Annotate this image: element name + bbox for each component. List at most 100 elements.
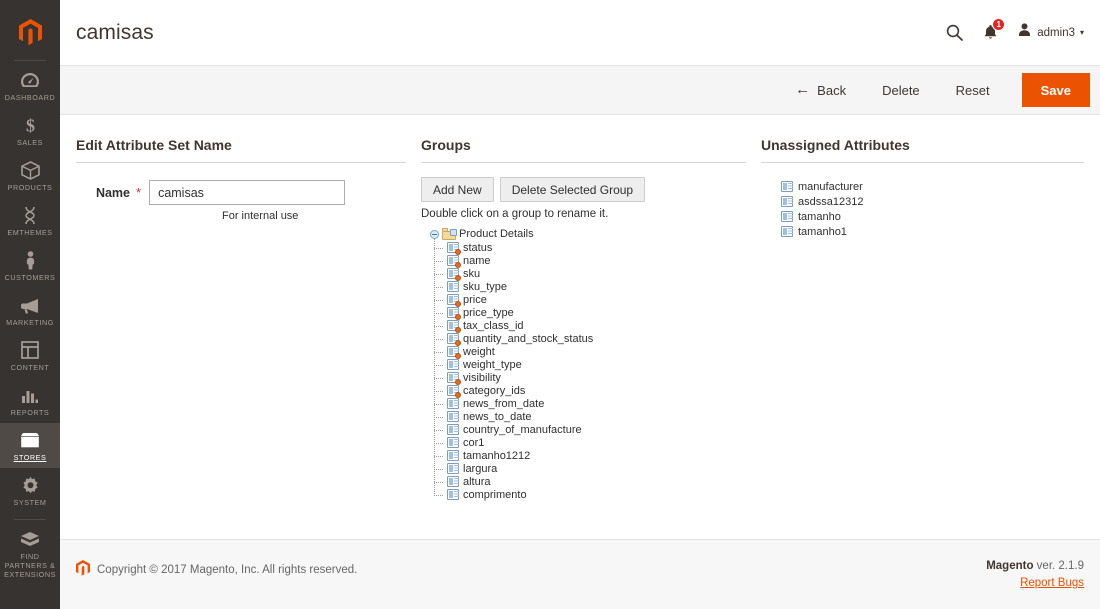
sidebar-item-products[interactable]: PRODUCTS	[0, 153, 60, 198]
attribute-icon	[447, 475, 460, 488]
report-bugs-link[interactable]: Report Bugs	[986, 577, 1084, 589]
attribute-icon	[447, 410, 460, 423]
unassigned-attribute-item[interactable]: tamanho1	[761, 224, 1084, 239]
add-new-group-button[interactable]: Add New	[421, 177, 494, 202]
tree-node[interactable]: sku	[434, 267, 746, 281]
folder-icon	[442, 228, 457, 240]
save-button[interactable]: Save	[1021, 73, 1090, 107]
system-attribute-icon	[447, 267, 461, 281]
tree-node[interactable]: altura	[434, 475, 746, 488]
attribute-icon	[447, 358, 460, 371]
sidebar-divider-top	[14, 60, 46, 61]
tree-node[interactable]: largura	[434, 462, 746, 475]
sidebar-item-emthemes[interactable]: EMTHEMES	[0, 198, 60, 243]
name-input[interactable]	[149, 180, 346, 205]
search-icon[interactable]	[946, 24, 964, 41]
tree-node-label: sku	[463, 267, 481, 280]
unassigned-attributes-list: manufacturer asdssa12312 tamanho tamanho1	[761, 177, 1084, 239]
name-field-label: Name	[95, 185, 130, 200]
delete-selected-group-button[interactable]: Delete Selected Group	[499, 177, 646, 202]
attribute-icon	[447, 280, 460, 293]
magento-logo-icon[interactable]	[0, 8, 60, 56]
megaphone-icon	[20, 295, 40, 315]
sidebar-item-marketing[interactable]: MARKETING	[0, 288, 60, 333]
tree-node[interactable]: weight_type	[434, 358, 746, 371]
unassigned-attributes-title: Unassigned Attributes	[761, 137, 1084, 163]
tree-root-node[interactable]: Product Details	[421, 227, 746, 241]
chevron-down-icon: ▾	[1079, 28, 1084, 37]
groups-title: Groups	[421, 137, 746, 163]
tree-node[interactable]: visibility	[434, 371, 746, 385]
tree-node[interactable]: status	[434, 241, 746, 255]
attribute-icon	[781, 195, 794, 208]
sidebar-item-sales[interactable]: $ SALES	[0, 108, 60, 153]
tree-node[interactable]: quantity_and_stock_status	[434, 332, 746, 346]
unassigned-attribute-item[interactable]: asdssa12312	[761, 194, 1084, 209]
attribute-icon	[447, 436, 460, 449]
tree-node[interactable]: price_type	[434, 306, 746, 320]
tree-node[interactable]: sku_type	[434, 280, 746, 293]
sidebar-item-content[interactable]: CONTENT	[0, 333, 60, 378]
sidebar: DASHBOARD $ SALES PRODUCTS EMTHEMES CUST…	[0, 0, 60, 609]
sidebar-item-label: SYSTEM	[13, 498, 47, 507]
footer-version: Magento ver. 2.1.9	[986, 560, 1084, 572]
sidebar-item-find-partners-extensions[interactable]: FIND PARTNERS & EXTENSIONS	[0, 522, 60, 585]
tree-node[interactable]: weight	[434, 345, 746, 359]
person-icon	[24, 250, 37, 270]
name-field-row: Name *	[76, 180, 406, 205]
delete-button[interactable]: Delete	[864, 73, 938, 107]
bell-icon[interactable]: 1	[983, 18, 1006, 41]
tree-node[interactable]: category_ids	[434, 384, 746, 398]
top-header: camisas 1 admin3 ▾	[60, 0, 1100, 65]
tree-node[interactable]: price	[434, 293, 746, 307]
name-field-note: For internal use	[222, 210, 299, 222]
tree-node[interactable]: cor1	[434, 436, 746, 449]
reset-button[interactable]: Reset	[938, 73, 1008, 107]
tree-node-label: sku_type	[463, 280, 508, 293]
unassigned-attribute-item[interactable]: manufacturer	[761, 179, 1084, 194]
page-title: camisas	[76, 20, 154, 44]
tree-node[interactable]: tax_class_id	[434, 319, 746, 333]
attribute-icon	[447, 449, 460, 462]
sidebar-item-label: CONTENT	[10, 363, 50, 372]
attribute-icon	[447, 488, 460, 501]
sidebar-item-customers[interactable]: CUSTOMERS	[0, 243, 60, 288]
system-attribute-icon	[447, 345, 461, 359]
system-attribute-icon	[447, 254, 461, 268]
tree-node[interactable]: news_to_date	[434, 410, 746, 423]
system-attribute-icon	[447, 332, 461, 346]
tree-node-label: news_from_date	[463, 397, 545, 410]
tree-node-label: status	[463, 241, 493, 254]
tree-node-label: price_type	[463, 306, 514, 319]
header-actions: 1 admin3 ▾	[946, 18, 1086, 42]
sidebar-item-system[interactable]: SYSTEM	[0, 468, 60, 513]
system-attribute-icon	[447, 384, 461, 398]
attribute-icon	[447, 462, 460, 475]
content-area: Edit Attribute Set Name Name * For inter…	[60, 115, 1100, 539]
magento-logo-svg	[18, 18, 42, 45]
tree-node[interactable]: comprimento	[434, 488, 746, 501]
tree-node[interactable]: country_of_manufacture	[434, 423, 746, 436]
groups-hint: Double click on a group to rename it.	[421, 208, 609, 220]
sidebar-item-label: PRODUCTS	[7, 183, 53, 192]
main-area: camisas 1 admin3 ▾ ← Back Delete Reset S…	[60, 0, 1100, 609]
tree-root-label: Product Details	[459, 228, 534, 240]
tree-node[interactable]: tamanho1212	[434, 449, 746, 462]
sidebar-item-label: DASHBOARD	[4, 93, 56, 102]
system-attribute-icon	[447, 306, 461, 320]
unassigned-attribute-label: asdssa12312	[798, 195, 864, 208]
back-button[interactable]: ← Back	[777, 73, 864, 107]
attribute-icon	[447, 397, 460, 410]
tree-node[interactable]: name	[434, 254, 746, 268]
sidebar-item-dashboard[interactable]: DASHBOARD	[0, 63, 60, 108]
unassigned-attribute-item[interactable]: tamanho	[761, 209, 1084, 224]
groups-buttons: Add New Delete Selected Group	[421, 177, 746, 202]
sidebar-item-reports[interactable]: REPORTS	[0, 378, 60, 423]
tree-node-label: tax_class_id	[463, 319, 524, 332]
tree-node[interactable]: news_from_date	[434, 397, 746, 410]
layout-icon	[21, 340, 39, 360]
tree-node-label: name	[463, 254, 491, 267]
sidebar-item-stores[interactable]: STORES	[0, 423, 60, 468]
tree-node-label: visibility	[463, 371, 501, 384]
user-menu[interactable]: admin3 ▾	[1018, 23, 1084, 42]
